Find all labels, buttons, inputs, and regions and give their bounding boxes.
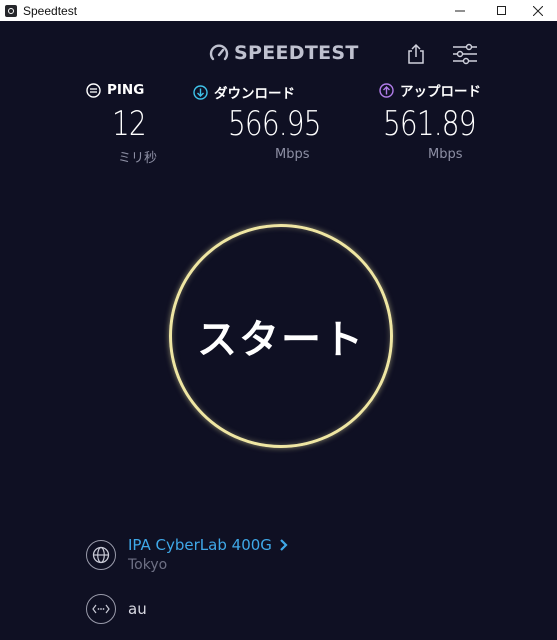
window-titlebar: Speedtest <box>0 0 557 21</box>
upload-label: アップロード <box>379 80 481 100</box>
maximize-button[interactable] <box>482 0 522 21</box>
close-button[interactable] <box>518 0 557 21</box>
download-value: 566.95 <box>228 104 321 144</box>
network-icon <box>86 594 116 624</box>
ping-unit: ミリ秒 <box>118 151 158 166</box>
ping-value: 12 <box>112 104 147 144</box>
download-icon <box>193 84 208 100</box>
download-label-text: ダウンロード <box>214 86 295 102</box>
provider-row: au <box>86 594 147 624</box>
minimize-button[interactable] <box>440 0 480 21</box>
settings-button[interactable] <box>451 42 479 66</box>
upload-label-text: アップロード <box>400 84 481 100</box>
close-icon <box>533 5 543 16</box>
upload-value: 561.89 <box>383 104 476 144</box>
start-button-label: スタート <box>197 317 365 363</box>
settings-sliders-icon <box>453 43 477 65</box>
logo-text: SPEEDTEST <box>234 42 359 64</box>
speedtest-logo: SPEEDTEST <box>208 42 359 64</box>
provider-name: au <box>128 600 147 618</box>
server-name-link[interactable]: IPA CyberLab 400G <box>128 536 290 554</box>
ping-label-text: PING <box>107 82 145 98</box>
minimize-icon <box>455 10 465 11</box>
share-button[interactable] <box>404 42 428 66</box>
app-icon <box>5 4 17 17</box>
maximize-icon <box>497 5 506 15</box>
speedtest-logo-icon <box>209 44 229 61</box>
upload-unit: Mbps <box>428 147 463 162</box>
upload-icon <box>379 82 394 98</box>
globe-icon <box>86 540 116 570</box>
ping-label: PING <box>86 82 144 98</box>
download-label: ダウンロード <box>193 82 295 102</box>
start-button[interactable]: スタート <box>169 224 393 448</box>
chevron-right-icon <box>280 539 288 551</box>
download-unit: Mbps <box>275 147 310 162</box>
share-icon <box>408 43 424 64</box>
server-row[interactable]: IPA CyberLab 400G Tokyo <box>86 536 290 573</box>
ping-icon <box>86 82 101 98</box>
server-location: Tokyo <box>128 557 168 573</box>
server-name: IPA CyberLab 400G <box>128 536 272 554</box>
window-title: Speedtest <box>23 3 78 18</box>
